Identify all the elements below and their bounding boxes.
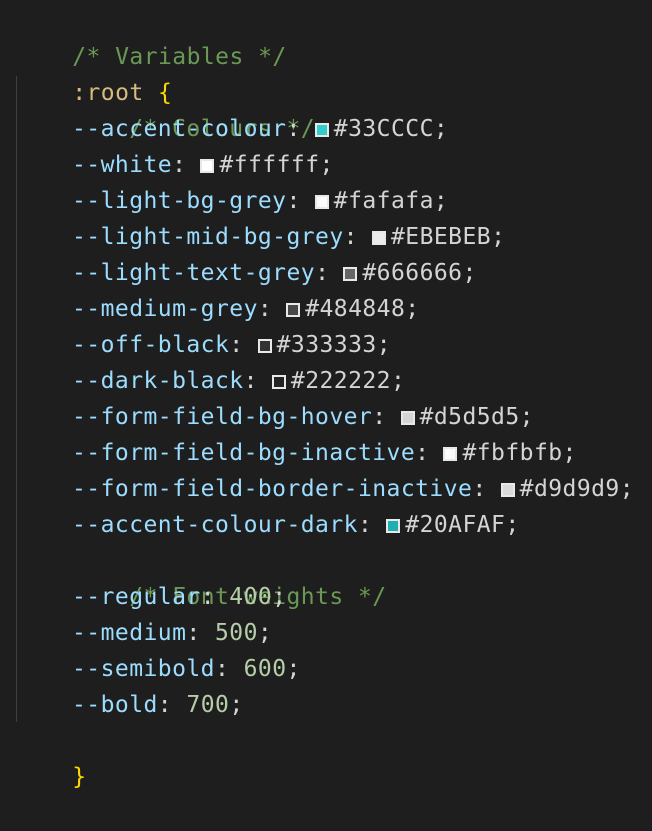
variable-name: --white xyxy=(72,152,173,178)
colour-swatch[interactable] xyxy=(257,339,272,353)
variable-value: 500 xyxy=(215,620,258,646)
variable-name: --form-field-bg-inactive xyxy=(72,440,416,466)
variable-name: --light-bg-grey xyxy=(72,188,287,214)
colour-variable-line: --form-field-bg-inactive: #fbfbfb; xyxy=(72,440,577,466)
colour-variable-line: --light-mid-bg-grey: #EBEBEB; xyxy=(72,224,506,250)
variable-name: --bold xyxy=(72,692,158,718)
colour-swatch[interactable] xyxy=(200,159,215,173)
variable-name: --accent-colour xyxy=(72,116,287,142)
code-line-21: } xyxy=(15,723,87,790)
variable-name: --medium-grey xyxy=(72,296,258,322)
variable-name: --off-black xyxy=(72,332,230,358)
colour-variable-line: --accent-colour: #33CCCC; xyxy=(72,116,449,142)
variable-value: #ffffff xyxy=(219,152,320,178)
colour-swatch[interactable] xyxy=(371,231,386,245)
variable-value: #d5d5d5 xyxy=(419,404,520,430)
code-line-2: :root { xyxy=(15,39,172,106)
variable-name: --form-field-border-inactive xyxy=(72,476,473,502)
colour-variable-line: --form-field-bg-hover: #d5d5d5; xyxy=(72,404,534,430)
variable-value: #fbfbfb xyxy=(462,440,563,466)
colour-variable-line: --light-bg-grey: #fafafa; xyxy=(72,188,449,214)
variable-value: 400 xyxy=(229,584,273,610)
variable-name: --accent-colour-dark xyxy=(72,512,358,538)
variable-name: --light-text-grey xyxy=(72,260,316,286)
weight-variable-line: --bold: 700; xyxy=(72,692,244,718)
colour-variable-line: --light-text-grey: #666666; xyxy=(72,260,477,286)
colour-swatch[interactable] xyxy=(286,303,301,317)
variable-name: --medium xyxy=(72,620,187,646)
colour-swatch[interactable] xyxy=(443,447,458,461)
colour-swatch[interactable] xyxy=(314,123,329,137)
colour-swatch[interactable] xyxy=(271,375,286,389)
variable-value: #484848 xyxy=(305,296,406,322)
variable-name: --form-field-bg-hover xyxy=(72,404,373,430)
variable-value: #EBEBEB xyxy=(390,224,492,250)
variable-name: --dark-black xyxy=(72,368,244,394)
colour-swatch[interactable] xyxy=(314,195,329,209)
code-line-3: /* Colours */ xyxy=(72,75,315,142)
code-line-16: /* Font weights */ xyxy=(72,543,387,610)
colour-swatch[interactable] xyxy=(400,411,415,425)
colour-swatch[interactable] xyxy=(343,267,358,281)
variable-value: #fafafa xyxy=(333,188,434,214)
variable-value: 700 xyxy=(186,692,230,718)
colour-variable-line: --form-field-border-inactive: #d9d9d9; xyxy=(72,476,635,502)
code-line-1: /* Variables */ xyxy=(15,3,287,70)
weight-variable-line: --semibold: 600; xyxy=(72,656,301,682)
colour-variable-line: --off-black: #333333; xyxy=(72,332,391,358)
colour-variable-line: --white: #ffffff; xyxy=(72,152,334,178)
weight-variable-line: --medium: 500; xyxy=(72,620,273,646)
colour-swatch[interactable] xyxy=(386,519,401,533)
variable-value: #20AFAF xyxy=(405,512,506,538)
colour-variable-line: --accent-colour-dark: #20AFAF; xyxy=(72,512,520,538)
colour-variable-line: --medium-grey: #484848; xyxy=(72,296,420,322)
variable-name: --semibold xyxy=(72,656,215,682)
close-brace: } xyxy=(72,764,87,790)
variable-value: 600 xyxy=(243,656,287,682)
colour-variable-line: --dark-black: #222222; xyxy=(72,368,406,394)
variable-value: #333333 xyxy=(276,332,377,358)
variable-name: --regular xyxy=(72,584,201,610)
variable-value: #222222 xyxy=(290,368,391,394)
indent-guide xyxy=(16,76,17,722)
code-editor[interactable]: /* Variables */ :root { /* Colours */ --… xyxy=(0,0,652,790)
variable-value: #33CCCC xyxy=(333,116,434,142)
variable-value: #666666 xyxy=(362,260,463,286)
variable-name: --light-mid-bg-grey xyxy=(72,224,344,250)
weight-variable-line: --regular: 400; xyxy=(72,584,287,610)
variable-value: #d9d9d9 xyxy=(519,476,620,502)
colour-swatch[interactable] xyxy=(500,483,515,497)
